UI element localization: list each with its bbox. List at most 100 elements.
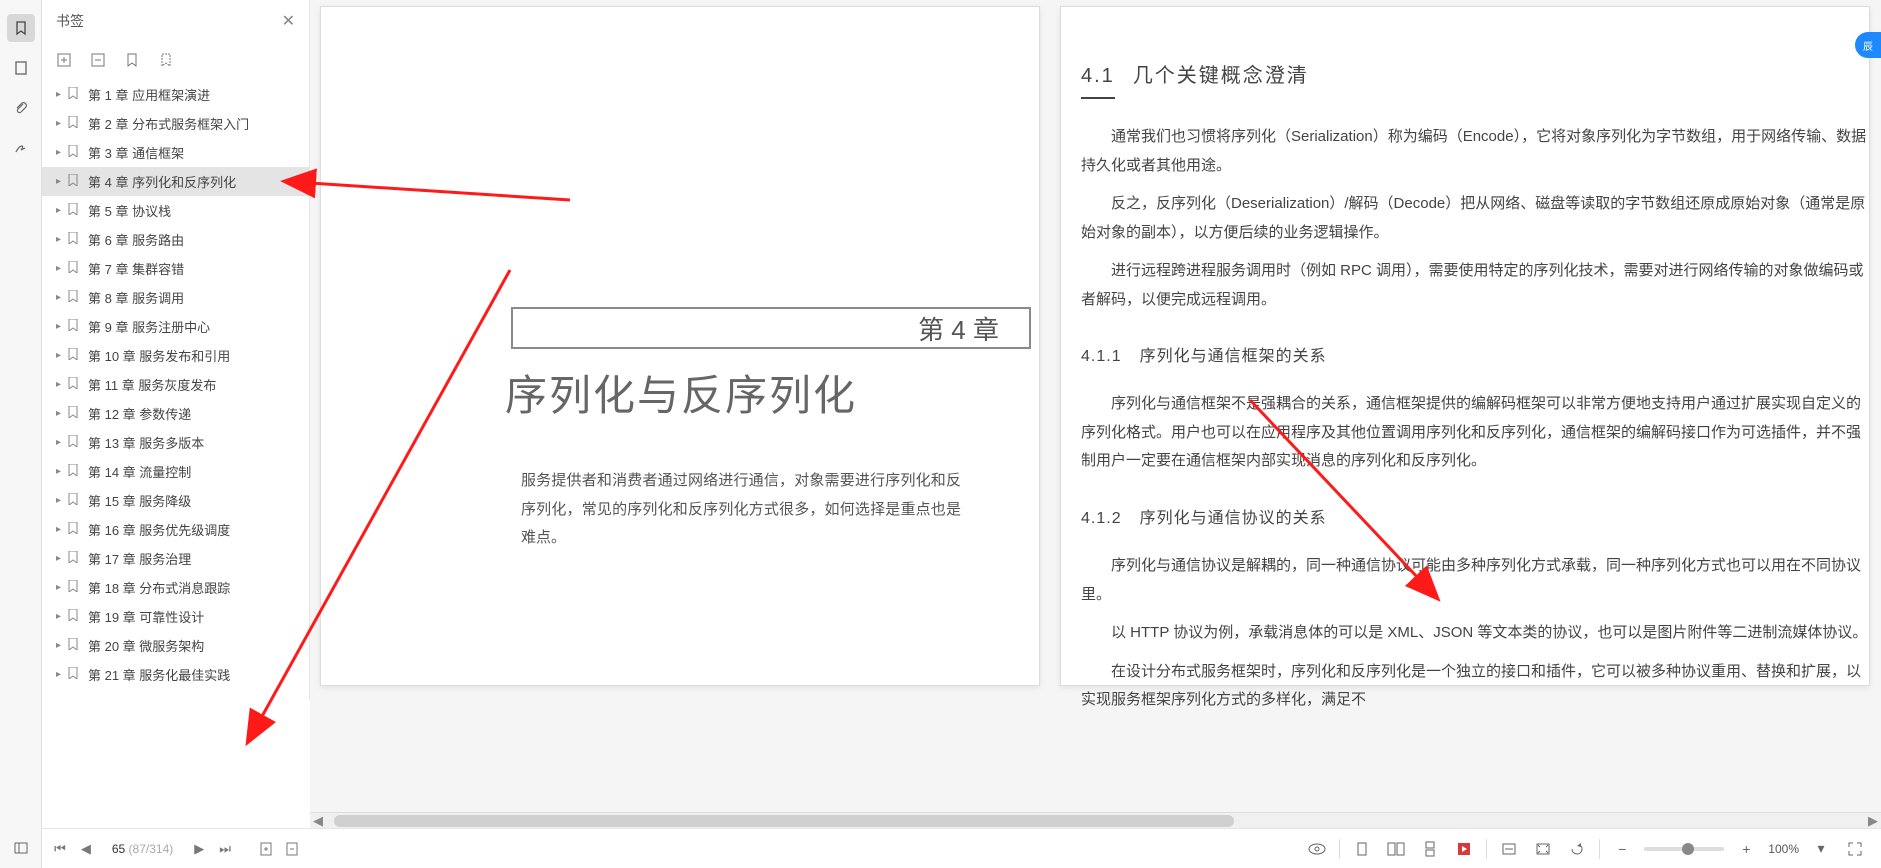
section-heading-4-1-1: 4.1.1序列化与通信框架的关系 — [1081, 342, 1869, 372]
expand-arrow-icon[interactable]: ▸ — [56, 437, 66, 448]
bookmark-item[interactable]: ▸ 第 6 章 服务路由 — [42, 225, 309, 254]
prev-page-icon[interactable]: ◀ — [76, 838, 96, 860]
assistant-badge-icon[interactable]: 辰 — [1855, 32, 1881, 58]
collapse-all-icon[interactable] — [88, 50, 108, 70]
bookmark-icon — [68, 174, 82, 189]
left-rail — [0, 0, 42, 868]
bookmark-item[interactable]: ▸第 15 章 服务降级 — [42, 486, 309, 515]
section-heading-4-1: 4.1几个关键概念澄清 — [1081, 57, 1869, 99]
expand-arrow-icon[interactable]: ▸ — [56, 669, 66, 680]
bookmark-item[interactable]: ▸第 3 章 通信框架 — [42, 138, 309, 167]
expand-arrow-icon[interactable]: ▸ — [56, 466, 66, 477]
read-mode-icon[interactable] — [1452, 837, 1476, 861]
bookmark-list: ▸第 1 章 应用框架演进▸第 2 章 分布式服务框架入门▸第 3 章 通信框架… — [42, 78, 309, 700]
signature-icon[interactable] — [7, 134, 35, 162]
expand-arrow-icon[interactable]: ▸ — [56, 118, 66, 129]
bookmark-item[interactable]: ▸第 4 章 序列化和反序列化 — [42, 167, 309, 196]
expand-arrow-icon[interactable]: ▸ — [56, 611, 66, 622]
bookmark-item[interactable]: ▸第 19 章 可靠性设计 — [42, 602, 309, 631]
sidebar-title: 书签 — [56, 11, 84, 31]
add-page-icon[interactable] — [256, 838, 276, 860]
bookmark-item[interactable]: ▸ 第 8 章 服务调用 — [42, 283, 309, 312]
bookmark-add-icon[interactable] — [122, 50, 142, 70]
horizontal-scrollbar[interactable]: ◀ ▶ — [310, 812, 1881, 828]
zoom-knob[interactable] — [1682, 843, 1694, 855]
scroll-thumb[interactable] — [334, 815, 1234, 827]
bookmark-item[interactable]: ▸第 18 章 分布式消息跟踪 — [42, 573, 309, 602]
bookmark-label: 第 16 章 服务优先级调度 — [88, 520, 230, 539]
close-icon[interactable]: ✕ — [282, 11, 295, 31]
continuous-icon[interactable] — [1418, 837, 1442, 861]
expand-arrow-icon[interactable]: ▸ — [56, 640, 66, 651]
rotate-icon[interactable] — [1565, 837, 1589, 861]
separator — [1599, 839, 1600, 859]
expand-arrow-icon[interactable]: ▸ — [56, 234, 66, 245]
single-page-icon[interactable] — [1350, 837, 1374, 861]
bookmark-icon — [68, 406, 82, 421]
bookmark-item[interactable]: ▸第 20 章 微服务架构 — [42, 631, 309, 660]
expand-arrow-icon[interactable]: ▸ — [56, 147, 66, 158]
fullscreen-icon[interactable] — [1843, 837, 1867, 861]
bookmark-item[interactable]: ▸第 10 章 服务发布和引用 — [42, 341, 309, 370]
expand-arrow-icon[interactable]: ▸ — [56, 292, 66, 303]
bookmark-icon — [68, 261, 82, 276]
expand-arrow-icon[interactable]: ▸ — [56, 408, 66, 419]
first-page-icon[interactable]: ⏮ — [50, 838, 70, 860]
chapter-title: 序列化与反序列化 — [321, 362, 1041, 423]
bookmark-item[interactable]: ▸第 9 章 服务注册中心 — [42, 312, 309, 341]
panel-toggle-icon[interactable] — [7, 834, 35, 862]
bookmark-outline-icon[interactable] — [156, 50, 176, 70]
thumbnails-icon[interactable] — [7, 54, 35, 82]
fit-width-icon[interactable] — [1497, 837, 1521, 861]
expand-arrow-icon[interactable]: ▸ — [56, 379, 66, 390]
attachments-icon[interactable] — [7, 94, 35, 122]
chapter-intro: 服务提供者和消费者通过网络进行通信，对象需要进行序列化和反序列化，常见的序列化和… — [521, 467, 961, 553]
expand-arrow-icon[interactable]: ▸ — [56, 205, 66, 216]
next-page-icon[interactable]: ▶ — [189, 838, 209, 860]
bookmark-label: 第 6 章 服务路由 — [88, 230, 184, 249]
expand-arrow-icon[interactable]: ▸ — [56, 263, 66, 274]
document-area: 第 4 章 序列化与反序列化 服务提供者和消费者通过网络进行通信，对象需要进行序… — [310, 0, 1881, 828]
bookmark-icon — [68, 522, 82, 537]
expand-arrow-icon[interactable]: ▸ — [56, 350, 66, 361]
expand-arrow-icon[interactable]: ▸ — [56, 176, 66, 187]
bookmark-label: 第 21 章 服务化最佳实践 — [88, 665, 230, 684]
bookmark-panel-icon[interactable] — [7, 14, 35, 42]
bookmark-label: 第 7 章 集群容错 — [88, 259, 184, 278]
zoom-in-icon[interactable]: + — [1734, 837, 1758, 861]
zoom-slider[interactable] — [1644, 847, 1724, 851]
scroll-right-icon[interactable]: ▶ — [1865, 813, 1881, 829]
page-left: 第 4 章 序列化与反序列化 服务提供者和消费者通过网络进行通信，对象需要进行序… — [320, 6, 1040, 686]
expand-arrow-icon[interactable]: ▸ — [56, 321, 66, 332]
remove-page-icon[interactable] — [282, 838, 302, 860]
bookmark-item[interactable]: ▸第 12 章 参数传递 — [42, 399, 309, 428]
two-page-icon[interactable] — [1384, 837, 1408, 861]
bookmark-label: 第 8 章 服务调用 — [88, 288, 184, 307]
eye-icon[interactable] — [1305, 837, 1329, 861]
expand-arrow-icon[interactable]: ▸ — [56, 524, 66, 535]
expand-arrow-icon[interactable]: ▸ — [56, 553, 66, 564]
page-indicator[interactable]: 65 (87/314) — [102, 842, 183, 856]
bookmark-item[interactable]: ▸ 第 21 章 服务化最佳实践 — [42, 660, 309, 689]
last-page-icon[interactable]: ⏭ — [215, 838, 235, 860]
zoom-out-icon[interactable]: − — [1610, 837, 1634, 861]
expand-all-icon[interactable] — [54, 50, 74, 70]
expand-arrow-icon[interactable]: ▸ — [56, 89, 66, 100]
bookmark-item[interactable]: ▸第 5 章 协议栈 — [42, 196, 309, 225]
bookmark-label: 第 14 章 流量控制 — [88, 462, 191, 481]
expand-arrow-icon[interactable]: ▸ — [56, 495, 66, 506]
expand-arrow-icon[interactable]: ▸ — [56, 582, 66, 593]
scroll-left-icon[interactable]: ◀ — [310, 813, 326, 829]
bookmark-item[interactable]: ▸第 11 章 服务灰度发布 — [42, 370, 309, 399]
bookmark-item[interactable]: ▸第 1 章 应用框架演进 — [42, 80, 309, 109]
bookmark-item[interactable]: ▸ 第 16 章 服务优先级调度 — [42, 515, 309, 544]
fit-page-icon[interactable] — [1531, 837, 1555, 861]
bookmark-icon — [68, 232, 82, 247]
bookmark-item[interactable]: ▸ 第 14 章 流量控制 — [42, 457, 309, 486]
zoom-dropdown-icon[interactable]: ▾ — [1809, 837, 1833, 861]
bookmark-item[interactable]: ▸第 17 章 服务治理 — [42, 544, 309, 573]
page-right: 4.1几个关键概念澄清 通常我们也习惯将序列化（Serialization）称为… — [1060, 6, 1870, 686]
bookmark-item[interactable]: ▸第 2 章 分布式服务框架入门 — [42, 109, 309, 138]
bookmark-item[interactable]: ▸第 13 章 服务多版本 — [42, 428, 309, 457]
bookmark-item[interactable]: ▸ 第 7 章 集群容错 — [42, 254, 309, 283]
